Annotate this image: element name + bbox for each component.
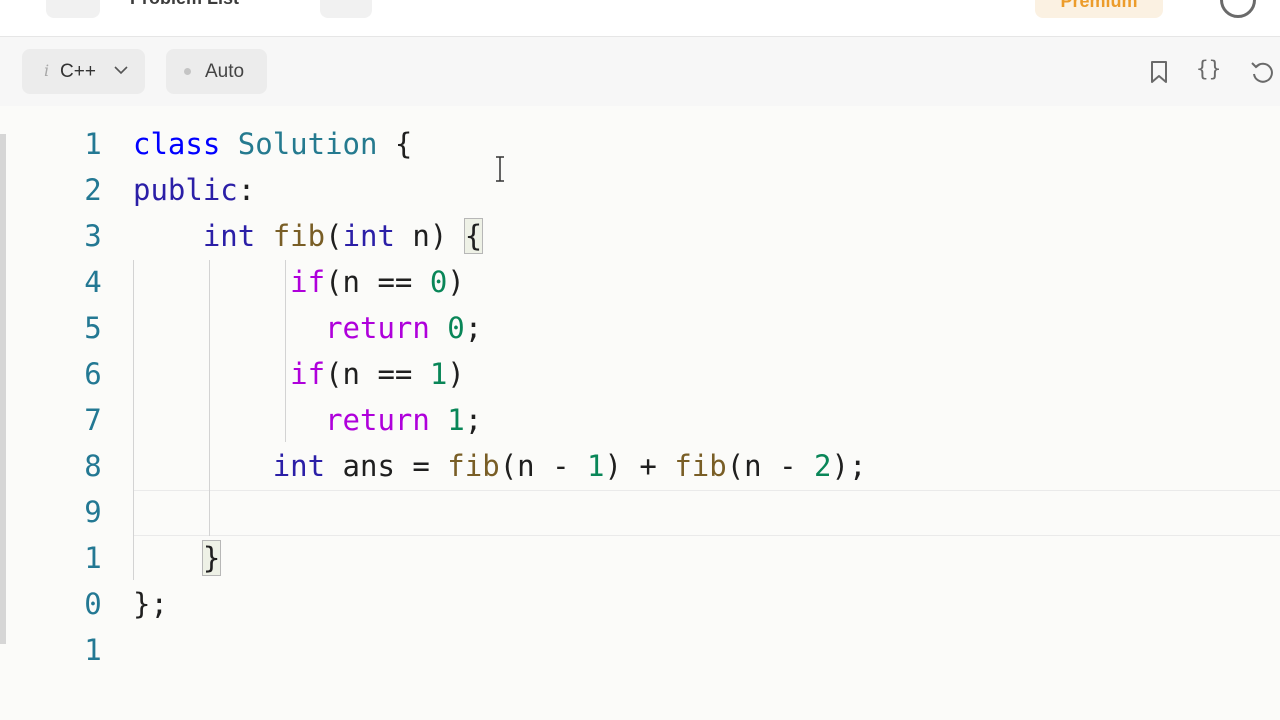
next-problem-button[interactable]: [320, 0, 372, 18]
braces-icon[interactable]: {}: [1196, 57, 1226, 83]
line-number: 1: [84, 127, 102, 161]
matching-bracket: {: [463, 218, 484, 254]
code-line: public:: [133, 173, 256, 207]
language-label: C++: [60, 61, 96, 82]
code-line: return 0;: [325, 311, 483, 345]
code-line: return 1;: [325, 403, 483, 437]
status-dot-icon: [184, 68, 191, 75]
current-line-highlight: [133, 490, 1280, 536]
line-number: 7: [84, 403, 102, 437]
chevron-down-icon: [114, 66, 128, 75]
line-number: 1: [84, 541, 102, 575]
line-number: 9: [84, 495, 102, 529]
prev-problem-button[interactable]: [46, 0, 100, 18]
code-editor[interactable]: 1 2 3 4 5 6 7 8 9 1 0 1 class Solution {…: [0, 106, 1280, 720]
code-line: }: [133, 535, 222, 581]
code-line: if(n == 0): [290, 265, 465, 299]
reset-icon[interactable]: [1249, 59, 1275, 85]
line-number: 0: [84, 587, 102, 621]
code-line: class Solution {: [133, 127, 413, 161]
line-number: 8: [84, 449, 102, 483]
info-icon: i: [44, 61, 50, 80]
avatar[interactable]: [1220, 0, 1256, 18]
top-nav: Problem List Premium: [0, 0, 1280, 36]
problem-list-link[interactable]: Problem List: [130, 0, 239, 9]
matching-bracket: }: [201, 540, 222, 576]
code-line: if(n == 1): [290, 357, 465, 391]
language-select[interactable]: i C++: [22, 49, 145, 94]
editor-toolbar: i C++ Auto {}: [0, 36, 1280, 107]
premium-button[interactable]: Premium: [1035, 0, 1163, 18]
code-line: int fib(int n) {: [202, 218, 484, 254]
auto-mode-button[interactable]: Auto: [166, 49, 267, 94]
line-number: 1: [84, 633, 102, 667]
line-number: 5: [84, 311, 102, 345]
text-cursor-icon: [496, 156, 504, 182]
auto-mode-label: Auto: [205, 61, 245, 82]
code-line: int ans = fib(n - 1) + fib(n - 2);: [272, 449, 867, 483]
line-number: 6: [84, 357, 102, 391]
bookmark-icon[interactable]: [1146, 59, 1172, 85]
line-number: 3: [84, 219, 102, 253]
editor-scroll-edge: [0, 134, 6, 644]
code-line: };: [133, 587, 168, 621]
line-number: 4: [84, 265, 102, 299]
line-number: 2: [84, 173, 102, 207]
